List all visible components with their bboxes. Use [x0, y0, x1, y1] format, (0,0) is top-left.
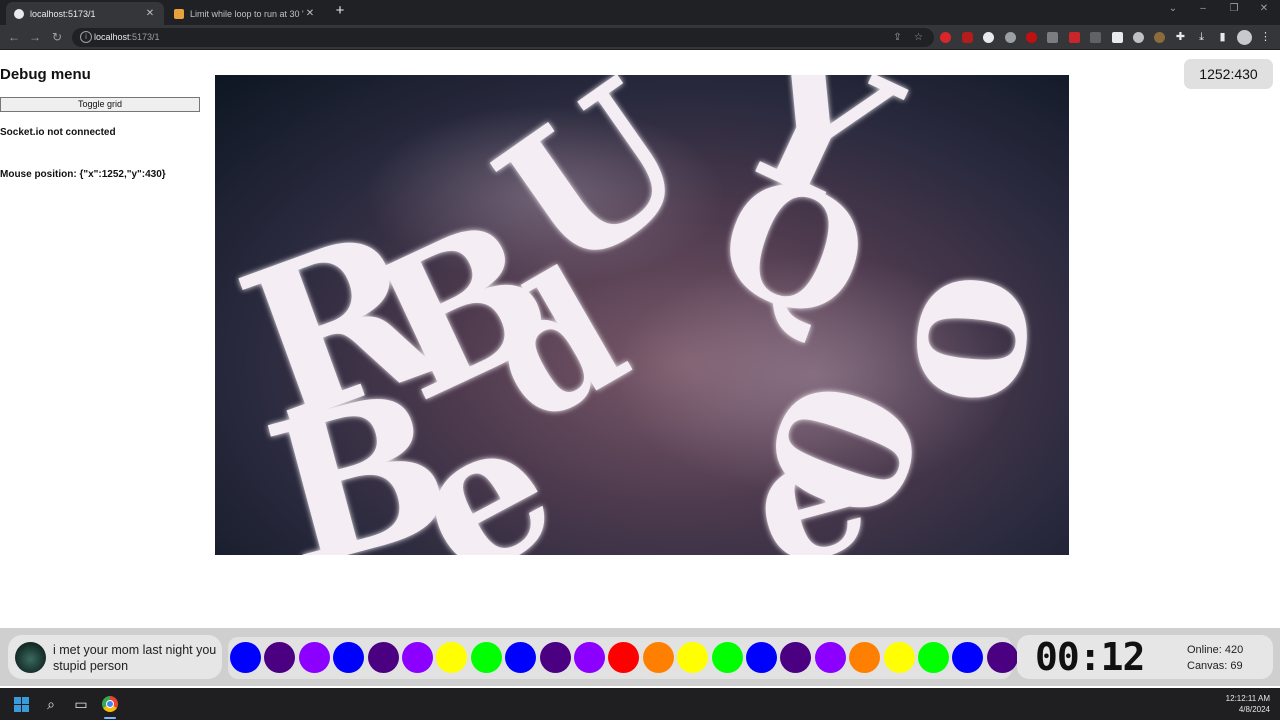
- file-explorer-icon[interactable]: ▭: [73, 696, 89, 712]
- tab-localhost[interactable]: localhost:5173/1 ✕: [6, 2, 164, 25]
- canvas-image: R B U d B e Y Q o 0 e: [215, 75, 1069, 555]
- extension-icon[interactable]: [1090, 32, 1101, 43]
- color-swatch[interactable]: [986, 642, 1018, 673]
- download-icon[interactable]: ⤓: [1195, 31, 1208, 44]
- color-swatch[interactable]: [677, 642, 709, 673]
- color-swatch[interactable]: [402, 642, 433, 673]
- color-swatch[interactable]: [952, 642, 984, 673]
- debug-menu-title: Debug menu: [0, 66, 91, 83]
- cursor-coordinate-badge: 1252:430: [1184, 59, 1273, 89]
- chat-message: i met your mom last night you stupid per…: [8, 635, 222, 679]
- address-bar[interactable]: i localhost:5173/1 ⇪ ☆: [72, 28, 934, 47]
- menu-kebab-icon[interactable]: ⋮: [1259, 31, 1272, 44]
- stats: Online: 420 Canvas: 69: [1187, 642, 1243, 674]
- color-swatch[interactable]: [883, 642, 915, 673]
- color-swatch[interactable]: [505, 642, 537, 673]
- color-swatch[interactable]: [436, 642, 468, 673]
- minimize-button[interactable]: –: [1195, 3, 1211, 14]
- color-swatch[interactable]: [574, 642, 605, 673]
- url-text[interactable]: localhost:5173/1: [94, 32, 160, 42]
- tab-title: Limit while loop to run at 30 "FPS: [190, 8, 304, 19]
- color-swatch[interactable]: [333, 642, 365, 673]
- countdown-timer: 00:12: [1035, 635, 1145, 679]
- close-tab-icon[interactable]: ✕: [144, 8, 156, 19]
- close-window-button[interactable]: ✕: [1256, 3, 1272, 14]
- extensions-puzzle-icon[interactable]: ✚: [1174, 31, 1187, 44]
- mouse-position-text: Mouse position: {"x":1252,"y":430}: [0, 169, 166, 180]
- color-swatch[interactable]: [849, 642, 881, 673]
- online-count: Online: 420: [1187, 644, 1244, 656]
- tab-title: localhost:5173/1: [30, 8, 96, 19]
- system-clock[interactable]: 12:12:11 AM 4/8/2024: [1212, 693, 1270, 715]
- chrome-icon[interactable]: [102, 696, 118, 712]
- color-swatch[interactable]: [814, 642, 846, 673]
- color-swatch[interactable]: [608, 642, 640, 673]
- clock-time: 12:12:11 AM: [1225, 694, 1270, 703]
- close-tab-icon[interactable]: ✕: [304, 8, 316, 19]
- color-swatch[interactable]: [264, 642, 296, 673]
- chat-message-text: i met your mom last night you stupid per…: [53, 643, 217, 673]
- extension-icon[interactable]: [1026, 32, 1037, 43]
- new-tab-button[interactable]: +: [332, 3, 348, 19]
- color-swatch[interactable]: [298, 642, 330, 673]
- color-swatch[interactable]: [642, 642, 674, 673]
- color-swatch[interactable]: [367, 642, 399, 673]
- profile-avatar[interactable]: [1237, 30, 1252, 45]
- forward-button[interactable]: →: [28, 30, 42, 44]
- canvas-count: Canvas: 69: [1187, 660, 1243, 672]
- avatar: [15, 642, 46, 673]
- windows-start-icon[interactable]: [14, 697, 29, 712]
- browser-toolbar: ← → ↻ i localhost:5173/1 ⇪ ☆ ✚ ⤓ ▮ ⋮: [0, 25, 1280, 50]
- tab-search-icon[interactable]: ⌄: [1165, 3, 1181, 14]
- active-app-indicator: [104, 717, 116, 719]
- snowflake-extension-icon[interactable]: [983, 32, 994, 43]
- web-extension-icon[interactable]: [1133, 32, 1144, 43]
- tab-limit-while-loop[interactable]: Limit while loop to run at 30 "FPS ✕: [166, 2, 324, 25]
- site-info-icon[interactable]: i: [80, 31, 92, 43]
- color-swatch[interactable]: [539, 642, 571, 673]
- color-swatch[interactable]: [918, 642, 949, 673]
- search-icon[interactable]: ⌕: [43, 696, 59, 712]
- extension-icon[interactable]: [1005, 32, 1016, 43]
- color-swatch[interactable]: [470, 642, 502, 673]
- toggle-grid-button[interactable]: Toggle grid: [0, 97, 200, 112]
- side-panel-icon[interactable]: ▮: [1216, 31, 1229, 44]
- bookmark-star-icon[interactable]: ☆: [913, 32, 924, 43]
- canvas-letter: o: [832, 261, 1069, 414]
- reload-button[interactable]: ↻: [50, 30, 64, 44]
- restore-button[interactable]: ❐: [1226, 3, 1242, 14]
- socket-status-text: Socket.io not connected: [0, 127, 116, 138]
- bottom-bar: i met your mom last night you stupid per…: [0, 628, 1280, 686]
- stackoverflow-icon: [174, 8, 184, 19]
- color-swatch[interactable]: [780, 642, 812, 673]
- extension-icon[interactable]: [1069, 32, 1080, 43]
- color-swatch[interactable]: [230, 642, 261, 673]
- color-swatch[interactable]: [711, 642, 743, 673]
- windows-taskbar: ⌕ ▭ 12:12:11 AM 4/8/2024: [0, 688, 1280, 720]
- ublock-extension-icon[interactable]: [962, 32, 973, 43]
- tag-extension-icon[interactable]: [1047, 32, 1058, 43]
- youtube-extension-icon[interactable]: [940, 32, 951, 43]
- drawing-canvas[interactable]: R B U d B e Y Q o 0 e: [215, 75, 1069, 555]
- color-swatch[interactable]: [746, 642, 777, 673]
- globe-icon: [14, 8, 24, 19]
- color-palette: [228, 637, 1018, 679]
- share-icon[interactable]: ⇪: [892, 32, 903, 43]
- clock-date: 4/8/2024: [1238, 705, 1270, 714]
- timer-panel: 00:12 Online: 420 Canvas: 69: [1017, 635, 1273, 679]
- extension-icon[interactable]: [1112, 32, 1123, 43]
- back-button[interactable]: ←: [7, 30, 21, 44]
- extension-icon[interactable]: [1154, 32, 1165, 43]
- browser-tab-strip: localhost:5173/1 ✕ Limit while loop to r…: [0, 0, 1280, 25]
